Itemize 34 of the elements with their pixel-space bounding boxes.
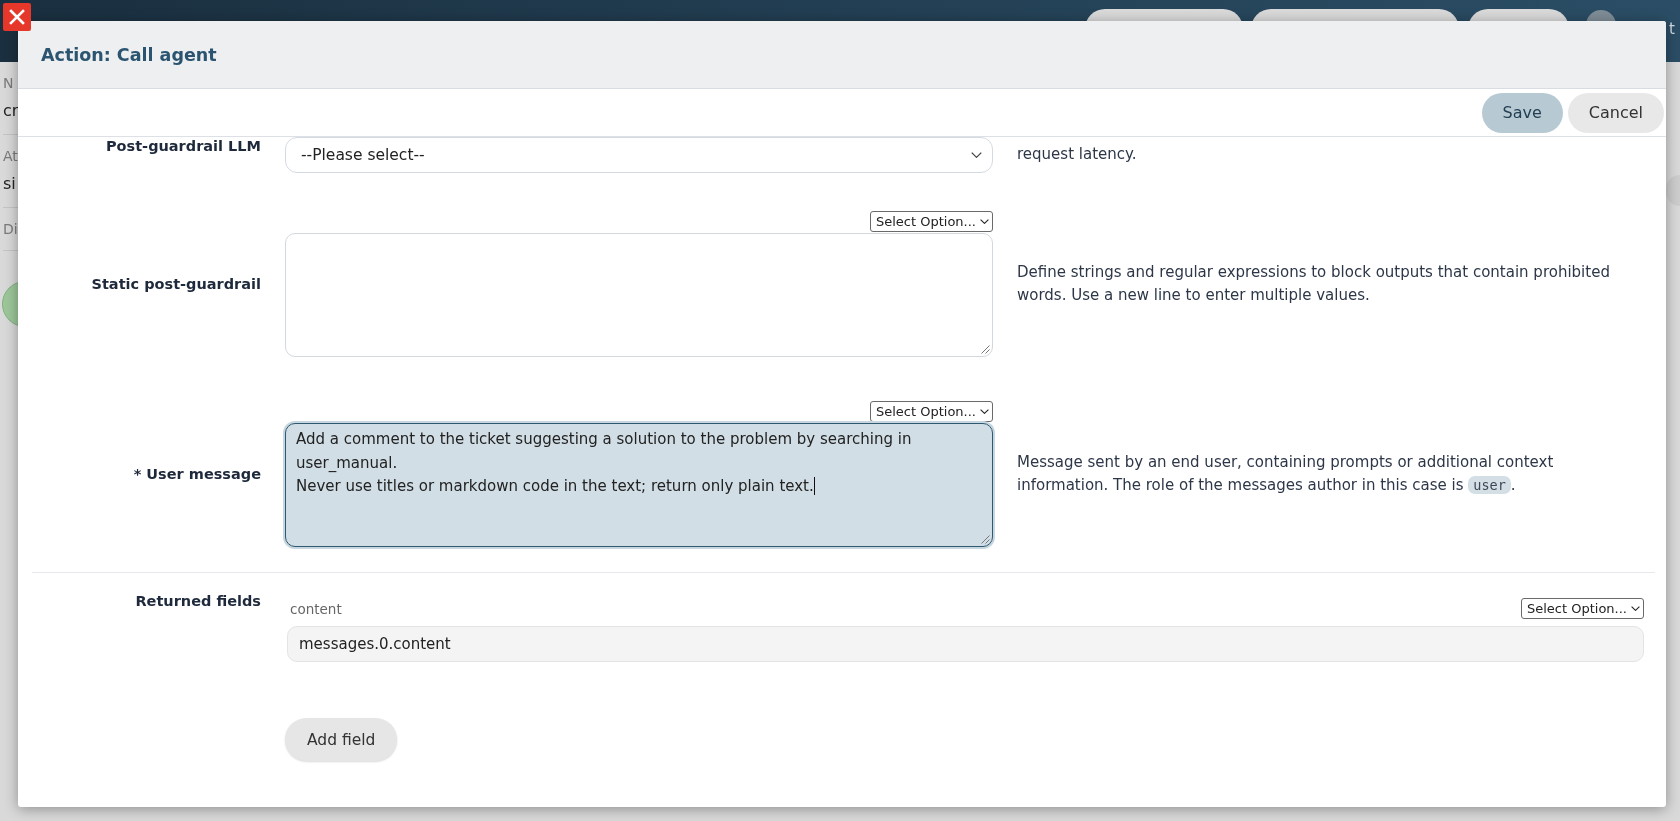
returned-field-input[interactable]: messages.0.content <box>287 626 1644 662</box>
select-field[interactable]: --Please select-- <box>285 137 993 173</box>
select-option-dropdown[interactable]: Select Option... <box>1520 597 1644 619</box>
resize-handle-icon[interactable] <box>981 535 990 544</box>
close-button[interactable] <box>3 3 31 31</box>
dialog-title: Action: Call agent <box>41 44 217 65</box>
field-description: Message sent by an end user, containing prompts or additional context information. The role of the messages author in this case is user . <box>1017 451 1555 496</box>
chevron-down-icon <box>971 152 982 158</box>
detail-label: At <box>3 147 19 165</box>
select-option-dropdown[interactable]: Select Option... <box>869 211 993 232</box>
field-label: Post-guardrail LLM <box>104 137 261 155</box>
resize-handle-icon[interactable] <box>981 345 990 354</box>
detail-label: N <box>3 74 15 92</box>
chevron-down-icon <box>980 219 989 224</box>
add-field-button[interactable]: Add field <box>285 718 398 761</box>
chevron-down-icon <box>1631 605 1640 611</box>
save-button[interactable]: Save <box>1481 92 1563 133</box>
detail-value: cr <box>3 100 20 122</box>
detail-value: si <box>3 173 17 195</box>
text-area-field[interactable] <box>285 233 993 357</box>
returned-field-name: content <box>289 600 342 617</box>
select-option-dropdown[interactable]: Select Option... <box>869 401 993 422</box>
field-label: * User message <box>132 465 261 483</box>
text-cursor-icon <box>813 477 816 495</box>
close-icon <box>9 9 25 25</box>
detail-label: Di <box>3 220 19 238</box>
field-description: Define strings and regular expressions to block outputs that contain prohibited words. Use a new line to enter multiple values. <box>1017 261 1611 306</box>
text-area-field[interactable]: Add a comment to the ticket suggesting a solution to the problem by searching in user_manual. Never use titles or markdown code in the text; return only plain text. <box>285 423 993 547</box>
cancel-button[interactable]: Cancel <box>1567 92 1664 133</box>
user-name: t <box>1668 20 1676 38</box>
field-label: Returned fields <box>134 592 261 610</box>
field-description: request latency. <box>1017 144 1138 166</box>
chevron-down-icon <box>980 409 989 414</box>
field-label: Static post-guardrail <box>90 275 261 293</box>
